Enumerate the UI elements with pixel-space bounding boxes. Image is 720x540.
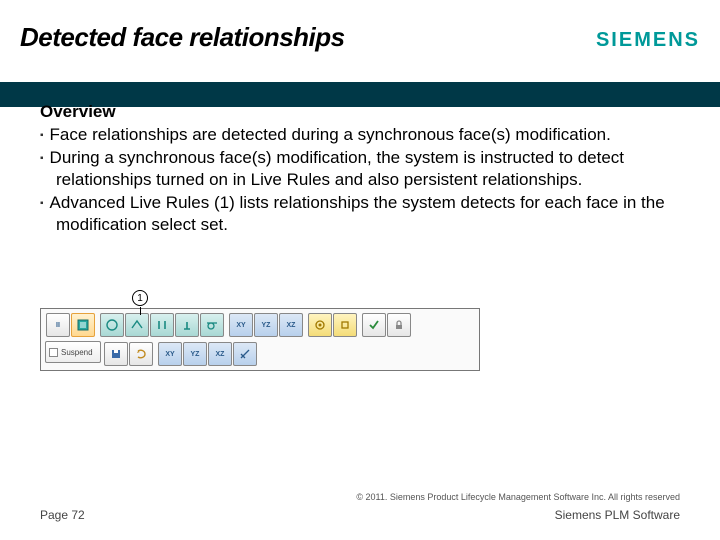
solve-icon[interactable] <box>362 313 386 337</box>
footer-brand: Siemens PLM Software <box>555 508 680 522</box>
xz-ortho-icon[interactable]: XZ <box>208 342 232 366</box>
toolbar-row-2: Suspend XY YZ XZ <box>45 341 475 367</box>
slide-title: Detected face relationships <box>20 22 345 53</box>
xy-plane-icon[interactable]: XY <box>229 313 253 337</box>
lock-icon[interactable] <box>387 313 411 337</box>
live-rules-figure: 1 II <box>40 290 480 371</box>
overview-heading: Overview <box>40 102 680 122</box>
bullet-item: Face relationships are detected during a… <box>40 124 680 146</box>
advanced-live-rules-icon[interactable] <box>71 313 95 337</box>
save-rules-icon[interactable] <box>104 342 128 366</box>
siemens-logo: SIEMENS <box>596 29 700 52</box>
local-symmetry-icon[interactable] <box>333 313 357 337</box>
page-number: Page 72 <box>40 508 85 522</box>
parallel-icon[interactable] <box>150 313 174 337</box>
xy-ortho-icon[interactable]: XY <box>158 342 182 366</box>
slide: Detected face relationships SIEMENS Over… <box>0 0 720 540</box>
bullet-item: Advanced Live Rules (1) lists relationsh… <box>40 192 680 236</box>
callout-1: 1 <box>132 290 148 306</box>
restore-rules-icon[interactable] <box>129 342 153 366</box>
suspend-checkbox-icon <box>49 348 58 357</box>
yz-ortho-icon[interactable]: YZ <box>183 342 207 366</box>
concentric-icon[interactable] <box>308 313 332 337</box>
symmetric-icon[interactable] <box>100 313 124 337</box>
copyright-text: © 2011. Siemens Product Lifecycle Manage… <box>40 492 680 502</box>
coplanar-icon[interactable] <box>125 313 149 337</box>
suspend-label: Suspend <box>61 348 93 357</box>
footer: © 2011. Siemens Product Lifecycle Manage… <box>40 492 680 522</box>
content-area: Overview Face relationships are detected… <box>40 102 680 237</box>
bullet-item: During a synchronous face(s) modificatio… <box>40 147 680 191</box>
live-rules-toolbar: II <box>40 308 480 371</box>
perpendicular-icon[interactable] <box>175 313 199 337</box>
callout-label: 1 <box>137 293 143 304</box>
yz-plane-icon[interactable]: YZ <box>254 313 278 337</box>
suspend-toggle[interactable]: Suspend <box>45 341 101 363</box>
xz-plane-icon[interactable]: XZ <box>279 313 303 337</box>
tangent-icon[interactable] <box>200 313 224 337</box>
toolbar-row-1: II <box>45 312 475 338</box>
custom-plane-icon[interactable] <box>233 342 257 366</box>
pause-icon[interactable]: II <box>46 313 70 337</box>
header: Detected face relationships SIEMENS <box>0 22 720 74</box>
callout-leader-line <box>140 307 141 315</box>
